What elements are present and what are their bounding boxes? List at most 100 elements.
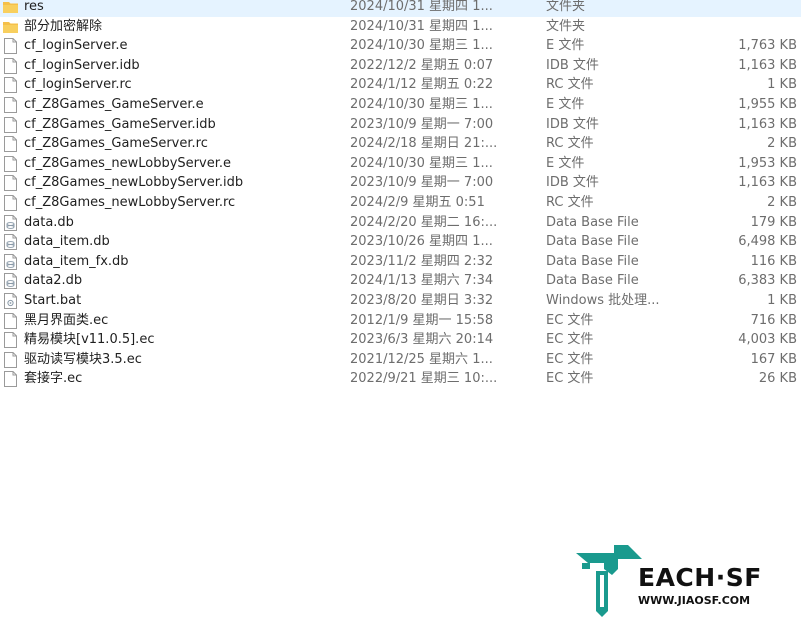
file-type: Data Base File: [546, 234, 639, 250]
file-icon: [4, 371, 17, 388]
file-date-modified: 2024/2/9 星期五 0:51: [350, 194, 485, 210]
file-size: 1,163 KB: [738, 175, 797, 191]
teach-logo-icon: [576, 545, 642, 617]
file-date-modified: 2023/6/3 星期六 20:14: [350, 332, 494, 348]
file-type: RC 文件: [546, 194, 594, 210]
file-type: 文件夹: [546, 18, 586, 34]
file-icon-cell: [3, 115, 19, 135]
file-size: 179 KB: [750, 214, 797, 230]
file-name: cf_Z8Games_newLobbyServer.idb: [24, 175, 244, 191]
file-date-modified: 2024/10/31 星期四 1...: [350, 0, 493, 14]
file-icon: [4, 77, 17, 94]
file-icon-cell: [3, 252, 19, 272]
file-icon-cell: [3, 311, 19, 331]
file-name: 套接字.ec: [24, 371, 83, 387]
file-icon: [4, 57, 17, 74]
file-row[interactable]: data.db 2024/2/20 星期二 16:... Data Base Fil…: [0, 213, 801, 233]
file-icon-cell: [3, 330, 19, 350]
file-icon-cell: [3, 75, 19, 95]
file-date-modified: 2024/1/12 星期五 0:22: [350, 77, 494, 93]
file-icon-cell: [3, 95, 19, 115]
file-icon: [4, 155, 17, 172]
file-row[interactable]: Start.bat 2023/8/20 星期日 3:32 Windows 批处理..…: [0, 291, 801, 311]
file-type: 文件夹: [546, 0, 586, 14]
file-name: cf_Z8Games_GameServer.idb: [24, 116, 216, 132]
file-icon-cell: [3, 291, 19, 311]
file-icon-cell: [3, 271, 19, 291]
file-row[interactable]: 驱动读写模块3.5.ec 2021/12/25 星期六 1... EC 文件 167 …: [0, 350, 801, 370]
file-row[interactable]: cf_Z8Games_GameServer.e 2024/10/30 星期三 1.…: [0, 95, 801, 115]
file-icon-cell: [3, 232, 19, 252]
file-icon: [4, 194, 17, 211]
file-row[interactable]: cf_loginServer.e 2024/10/30 星期三 1... E 文件 1…: [0, 36, 801, 56]
file-date-modified: 2022/9/21 星期三 10:...: [350, 371, 498, 387]
file-row[interactable]: cf_loginServer.rc 2024/1/12 星期五 0:22 RC 文件…: [0, 75, 801, 95]
file-type: RC 文件: [546, 136, 594, 152]
file-date-modified: 2024/10/31 星期四 1...: [350, 18, 493, 34]
file-name: cf_loginServer.e: [24, 38, 128, 54]
file-name: data_item_fx.db: [24, 253, 129, 269]
database-file-icon: [4, 234, 17, 251]
file-size: 116 KB: [750, 253, 797, 269]
file-name: data_item.db: [24, 234, 110, 250]
file-row[interactable]: cf_Z8Games_GameServer.idb 2023/10/9 星期一 7…: [0, 115, 801, 135]
file-type: IDB 文件: [546, 57, 599, 73]
file-name: Start.bat: [24, 292, 82, 308]
file-size: 1,955 KB: [738, 96, 797, 112]
file-date-modified: 2024/1/13 星期六 7:34: [350, 273, 494, 289]
file-size: 6,498 KB: [738, 234, 797, 250]
file-row[interactable]: 套接字.ec 2022/9/21 星期三 10:... EC 文件 26 KB: [0, 369, 801, 389]
file-date-modified: 2021/12/25 星期六 1...: [350, 351, 493, 367]
file-row[interactable]: data_item.db 2023/10/26 星期四 1... Data Base…: [0, 232, 801, 252]
file-size: 2 KB: [767, 194, 797, 210]
folder-icon: [3, 21, 18, 33]
file-row[interactable]: data2.db 2024/1/13 星期六 7:34 Data Base File…: [0, 271, 801, 291]
file-size: 1,763 KB: [738, 38, 797, 54]
file-date-modified: 2024/2/18 星期日 21:...: [350, 136, 498, 152]
file-icon: [4, 351, 17, 368]
file-type: EC 文件: [546, 312, 594, 328]
database-file-icon: [4, 273, 17, 290]
file-date-modified: 2023/10/9 星期一 7:00: [350, 116, 494, 132]
file-name: 驱动读写模块3.5.ec: [24, 351, 142, 367]
file-type: E 文件: [546, 96, 585, 112]
database-file-icon: [4, 253, 17, 270]
file-row[interactable]: cf_loginServer.idb 2022/12/2 星期五 0:07 IDB …: [0, 56, 801, 76]
file-icon-cell: [3, 0, 19, 17]
file-name: data.db: [24, 214, 74, 230]
file-icon-cell: [3, 56, 19, 76]
file-size: 6,383 KB: [738, 273, 797, 289]
file-size: 1,163 KB: [738, 116, 797, 132]
file-size: 1,163 KB: [738, 57, 797, 73]
file-row[interactable]: 黑月界面类.ec 2012/1/9 星期一 15:58 EC 文件 716 KB: [0, 311, 801, 331]
file-icon-cell: [3, 154, 19, 174]
file-icon-cell: [3, 36, 19, 56]
file-name: res: [24, 0, 44, 14]
file-row[interactable]: cf_Z8Games_newLobbyServer.idb 2023/10/9 星…: [0, 173, 801, 193]
file-type: EC 文件: [546, 371, 594, 387]
file-icon-cell: [3, 213, 19, 233]
file-date-modified: 2023/11/2 星期四 2:32: [350, 253, 494, 269]
file-row[interactable]: cf_Z8Games_newLobbyServer.e 2024/10/30 星期…: [0, 154, 801, 174]
file-icon-cell: [3, 350, 19, 370]
file-row[interactable]: data_item_fx.db 2023/11/2 星期四 2:32 Data Ba…: [0, 252, 801, 272]
file-row[interactable]: 部分加密解除 2024/10/31 星期四 1... 文件夹: [0, 17, 801, 37]
file-icon: [4, 332, 17, 349]
file-name: cf_loginServer.idb: [24, 57, 140, 73]
file-type: Data Base File: [546, 253, 639, 269]
file-type: EC 文件: [546, 351, 594, 367]
file-name: cf_Z8Games_newLobbyServer.rc: [24, 194, 236, 210]
file-size: 26 KB: [758, 371, 797, 387]
file-name: cf_loginServer.rc: [24, 77, 132, 93]
file-name: cf_Z8Games_GameServer.rc: [24, 136, 208, 152]
file-icon-cell: [3, 369, 19, 389]
watermark-logo-text: EACH·SF: [638, 563, 762, 592]
file-row[interactable]: 精易模块[v11.0.5].ec 2023/6/3 星期六 20:14 EC 文件 4…: [0, 330, 801, 350]
file-row[interactable]: cf_Z8Games_newLobbyServer.rc 2024/2/9 星期五…: [0, 193, 801, 213]
file-date-modified: 2024/10/30 星期三 1...: [350, 38, 493, 54]
file-row[interactable]: cf_Z8Games_GameServer.rc 2024/2/18 星期日 21…: [0, 134, 801, 154]
file-row[interactable]: res 2024/10/31 星期四 1... 文件夹: [0, 0, 801, 17]
file-icon: [4, 116, 17, 133]
file-name: cf_Z8Games_newLobbyServer.e: [24, 155, 231, 171]
folder-icon: [3, 2, 18, 13]
